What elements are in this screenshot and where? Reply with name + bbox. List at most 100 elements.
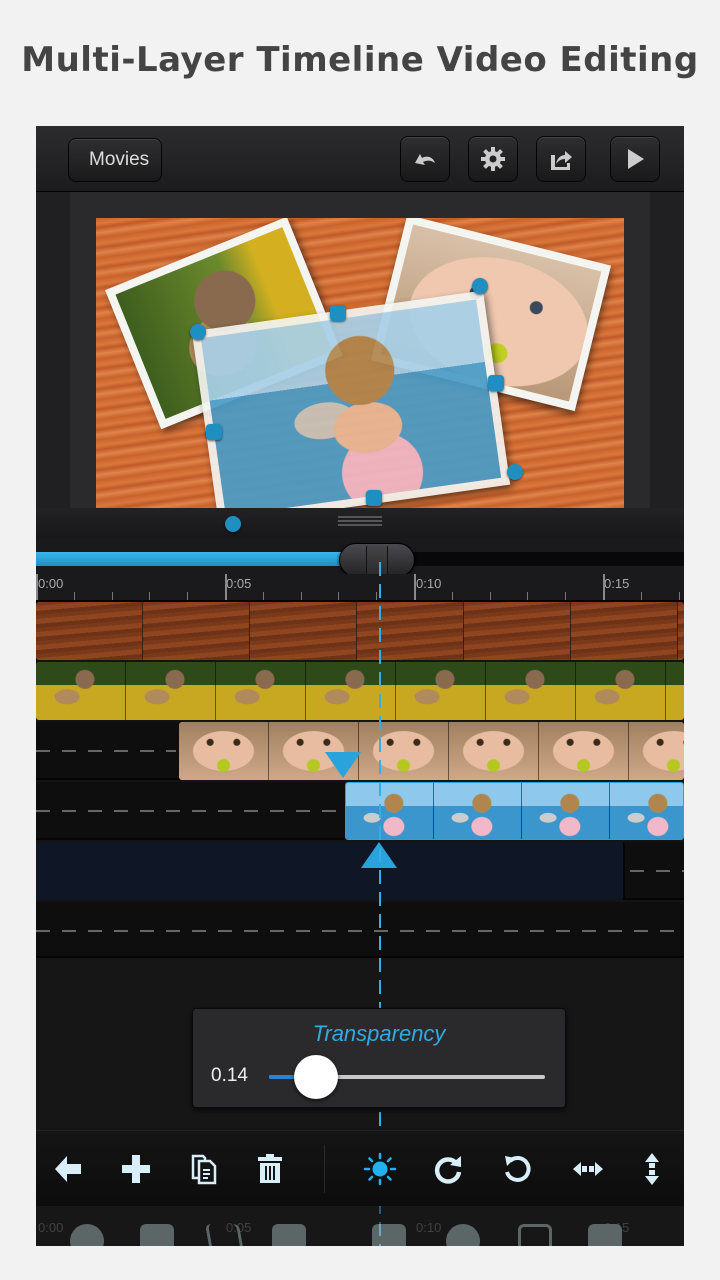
duplicate-button[interactable] [184,1149,224,1189]
scrubber-thumb[interactable] [339,543,416,577]
delete-button[interactable] [250,1149,290,1189]
transform-handle-top-right[interactable] [472,278,488,294]
transparency-panel: Transparency 0.14 [192,1008,566,1108]
ruler-label: 0:00 [38,576,64,591]
frame-icon [518,1224,552,1246]
clip-teddy[interactable] [36,662,684,720]
settings-button[interactable] [468,136,518,182]
flip-vertical-button[interactable] [632,1149,672,1189]
clip-start-marker[interactable] [325,752,361,778]
trash-icon [272,1224,306,1246]
play-button[interactable] [610,136,660,182]
clip-thumbnail-frame [36,662,126,720]
plus-icon [122,1155,150,1183]
clip-thumbnail-frame [449,722,539,780]
ruler-tick [640,592,642,600]
track-empty-layer[interactable] [36,842,684,900]
photo-girl-seashell-selected[interactable] [191,290,511,514]
bottom-toolbar [36,1130,684,1206]
clip-thumbnail-frame [126,662,216,720]
transform-handle-bottom-right[interactable] [507,464,523,480]
rotate-clockwise-button[interactable] [428,1149,468,1189]
scrubber-progress [36,552,360,566]
clip-thumbnail-frame [678,602,684,660]
flip-horizontal-button[interactable] [568,1149,608,1189]
transform-handle-top-left[interactable] [190,324,206,340]
share-button[interactable] [536,136,586,182]
ruler-tick [300,592,302,600]
clip-thumbnail-frame [576,662,666,720]
back-button-label: Movies [89,149,150,170]
ruler-tick [678,592,680,600]
clip-thumbnail-frame [179,722,269,780]
copy-icon [191,1154,217,1185]
clip-thumbnail-frame [522,783,610,839]
transform-handle-left[interactable] [206,424,222,440]
ruler-label: 0:05 [226,576,252,591]
gear-icon [481,147,505,171]
transparency-slider-thumb[interactable] [293,1055,338,1099]
track-teddy[interactable] [36,662,684,720]
ruler-major-tick [36,574,38,600]
clip-thumbnail-frame [143,602,250,660]
transform-handle-bottom[interactable] [366,490,382,506]
trash-icon [258,1154,282,1183]
clip-thumbnail-frame [571,602,678,660]
top-bar: Movies [36,126,684,192]
app-screen: Movies 0:00 0:05 0:10 0:15 Transparency … [36,126,684,1246]
timeline-ruler[interactable]: 0:00 0:05 0:10 0:15 [36,574,684,602]
clip-wood[interactable] [36,602,684,660]
share-icon [551,151,572,170]
ruler-tick [73,592,75,600]
ruler-tick [187,592,189,600]
ruler-tick [111,592,113,600]
undo-button[interactable] [400,136,450,182]
ruler-label: 0:15 [604,576,630,591]
fill-icon [588,1224,622,1246]
ruler-tick [489,592,491,600]
clip-thumbnail-frame [306,662,396,720]
flip-horizontal-icon [573,1162,603,1176]
ruler-major-tick [414,574,416,600]
clip-thumbnail-frame [666,662,684,720]
preview-canvas[interactable] [96,218,624,514]
transparency-value: 0.14 [211,1065,248,1086]
ruler-label: 0:10 [416,576,442,591]
transform-handle-top[interactable] [330,305,346,321]
ruler-tick [338,592,340,600]
rotate-icon [372,1224,406,1246]
rotate-ccw-icon [505,1155,531,1182]
clip-thumbnail-frame [250,602,357,660]
back-button-movies[interactable]: Movies [68,138,163,182]
brightness-button[interactable] [360,1149,400,1189]
clip-empty-layer[interactable] [36,842,625,900]
ruler-tick [149,592,151,600]
track-girl-seashell[interactable] [36,782,684,840]
clip-thumbnail-frame [539,722,629,780]
transform-handle-right[interactable] [488,375,504,391]
clip-thumbnail-frame [629,722,684,780]
ruler-tick [376,592,378,600]
transparency-slider[interactable] [269,1055,545,1099]
clip-thumbnail-frame [36,602,143,660]
copy-icon [140,1224,174,1246]
rotation-handle[interactable] [225,516,241,532]
rotate-counterclockwise-button[interactable] [498,1149,538,1189]
clip-girl-seashell-selected[interactable] [345,782,684,840]
scissors-icon [205,1224,245,1246]
scrubber[interactable] [36,538,684,577]
track-wood-background[interactable] [36,602,684,660]
sun-icon [446,1224,480,1246]
ruler-major-tick [603,574,605,600]
clip-thumbnail-frame [359,722,449,780]
clip-thumbnail-frame [434,783,522,839]
preview-area [36,192,684,538]
check-icon [70,1224,104,1246]
ruler-tick [262,592,264,600]
add-button[interactable] [116,1149,156,1189]
ruler-tick [527,592,529,600]
clip-girl-eating[interactable] [179,722,684,780]
track-empty[interactable] [36,902,684,958]
preview-resize-grip[interactable] [338,516,382,528]
back-tool-button[interactable] [48,1149,88,1189]
